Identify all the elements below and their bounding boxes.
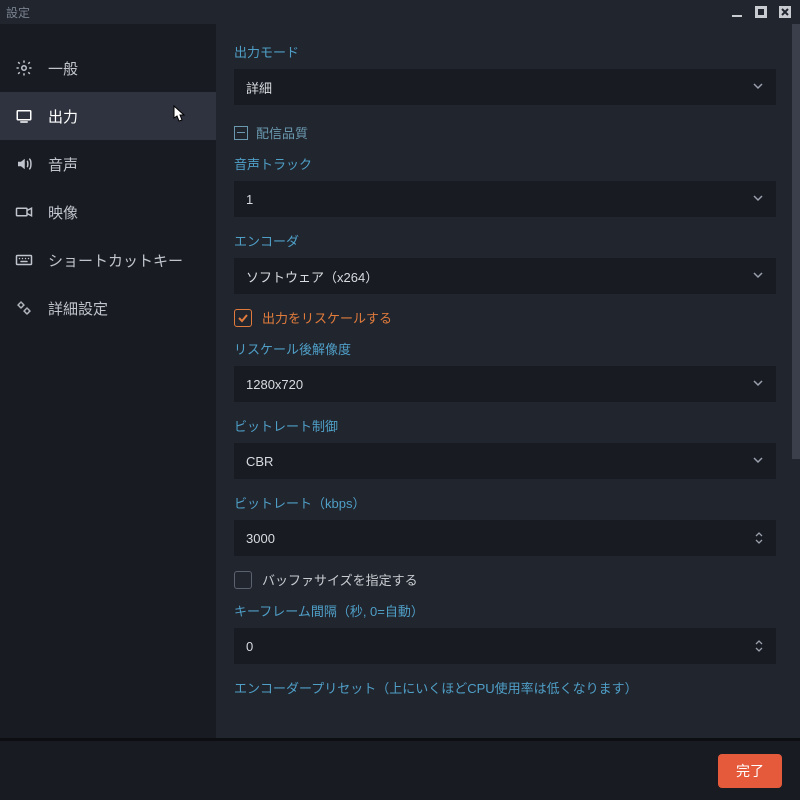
minimize-button[interactable] [728,3,746,21]
spinner-icon [754,531,764,545]
checkbox-unchecked-icon [234,571,252,589]
done-button[interactable]: 完了 [718,754,782,788]
scrollbar[interactable] [792,24,800,738]
collapse-minus-icon [234,126,248,140]
bitrate-field[interactable]: 3000 [234,520,776,556]
keyboard-icon [14,250,34,270]
bitrate-value: 3000 [246,531,275,546]
buffer-size-label: バッファサイズを指定する [262,570,418,589]
sidebar-item-label: 一般 [48,58,78,79]
audio-track-label: 音声トラック [234,154,780,173]
preset-label: エンコーダープリセット（上にいくほどCPU使用率は低くなります） [234,678,780,697]
window-title: 設定 [6,4,728,21]
titlebar: 設定 [0,0,800,24]
section-quality[interactable]: 配信品質 [234,123,780,142]
chevron-down-icon [752,80,764,95]
rate-control-label: ビットレート制御 [234,416,780,435]
gear-icon [14,58,34,78]
encoder-value: ソフトウェア（x264） [246,267,378,286]
encoder-label: エンコーダ [234,231,780,250]
keyframe-value: 0 [246,639,253,654]
output-mode-label: 出力モード [234,42,780,61]
section-quality-label: 配信品質 [256,123,308,142]
rescale-res-label: リスケール後解像度 [234,339,780,358]
sidebar-item-advanced[interactable]: 詳細設定 [0,284,216,332]
close-button[interactable] [776,3,794,21]
monitor-icon [14,106,34,126]
rate-control-select[interactable]: CBR [234,443,776,479]
camera-icon [14,202,34,222]
chevron-down-icon [752,454,764,469]
sidebar-item-general[interactable]: 一般 [0,44,216,92]
rate-control-value: CBR [246,454,273,469]
sidebar-item-label: 映像 [48,202,78,223]
rescale-checkbox-row[interactable]: 出力をリスケールする [234,308,780,327]
chevron-down-icon [752,377,764,392]
sidebar-item-label: ショートカットキー [48,250,183,271]
keyframe-field[interactable]: 0 [234,628,776,664]
footer: 完了 [0,738,800,800]
encoder-select[interactable]: ソフトウェア（x264） [234,258,776,294]
checkbox-checked-icon [234,309,252,327]
sidebar-item-video[interactable]: 映像 [0,188,216,236]
sidebar-item-label: 詳細設定 [48,298,108,319]
window-buttons [728,3,794,21]
sidebar-item-label: 音声 [48,154,78,175]
buffer-size-checkbox-row[interactable]: バッファサイズを指定する [234,570,780,589]
sidebar-item-hotkeys[interactable]: ショートカットキー [0,236,216,284]
chevron-down-icon [752,192,764,207]
content-pane: 出力モード 詳細 配信品質 音声トラック 1 エンコーダ ソフトウェア（x264… [216,24,800,738]
sidebar-item-output[interactable]: 出力 [0,92,216,140]
audio-track-value: 1 [246,192,253,207]
sidebar: 一般 出力 音声 映像 ショートカットキー [0,24,216,738]
maximize-button[interactable] [752,3,770,21]
scrollbar-thumb[interactable] [792,24,800,459]
rescale-res-value: 1280x720 [246,377,303,392]
speaker-icon [14,154,34,174]
gears-icon [14,298,34,318]
chevron-down-icon [752,269,764,284]
spinner-icon [754,639,764,653]
bitrate-label: ビットレート（kbps） [234,493,780,512]
output-mode-value: 詳細 [246,78,272,97]
output-mode-select[interactable]: 詳細 [234,69,776,105]
audio-track-select[interactable]: 1 [234,181,776,217]
rescale-res-select[interactable]: 1280x720 [234,366,776,402]
sidebar-item-audio[interactable]: 音声 [0,140,216,188]
sidebar-item-label: 出力 [48,106,78,127]
keyframe-label: キーフレーム間隔（秒, 0=自動） [234,601,780,620]
rescale-label: 出力をリスケールする [262,308,392,327]
